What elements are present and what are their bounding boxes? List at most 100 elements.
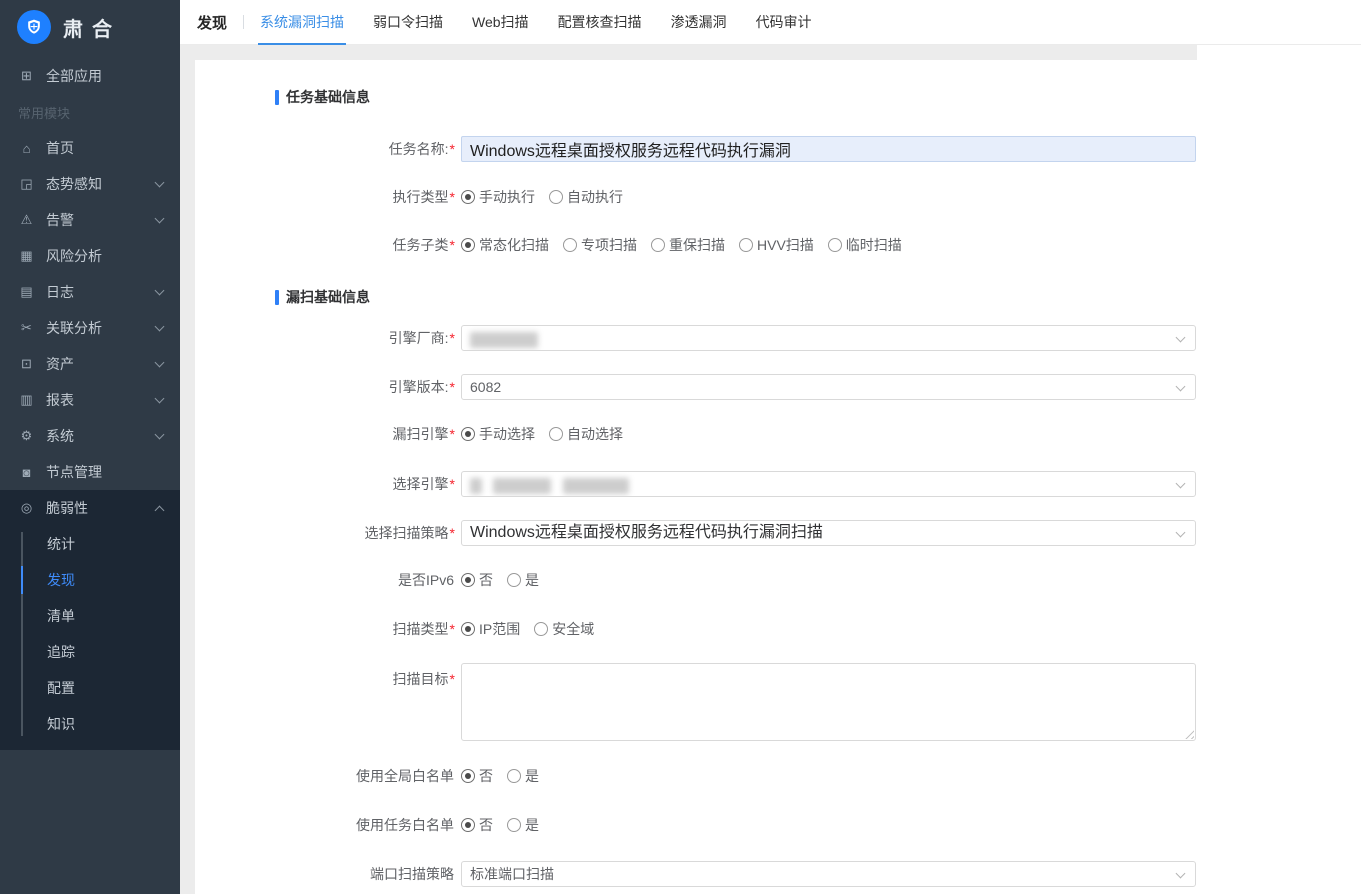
scan-policy-select[interactable]: Windows远程桌面授权服务远程代码执行漏洞扫描 xyxy=(461,520,1196,546)
sidebar-item-assets[interactable]: ⊡ 资产 xyxy=(0,346,180,382)
select-engine-select[interactable] xyxy=(461,471,1196,497)
radio-checked-icon xyxy=(461,818,475,832)
tab-penetration-vuln[interactable]: 渗透漏洞 xyxy=(671,0,727,45)
radio-option[interactable]: 自动执行 xyxy=(549,187,623,207)
radio-option[interactable]: 手动执行 xyxy=(461,187,535,207)
chevron-down-icon xyxy=(155,286,165,296)
chevron-down-icon xyxy=(155,358,165,368)
sidebar-subitem-discovery[interactable]: 发现 xyxy=(0,562,180,598)
correlation-icon: ✂ xyxy=(18,320,35,336)
chevron-down-icon xyxy=(1176,528,1186,538)
system-gear-icon: ⚙ xyxy=(18,428,35,444)
scan-target-textarea[interactable] xyxy=(461,663,1196,741)
scan-type-radio-group: IP范围 安全域 xyxy=(461,619,1196,639)
radio-unchecked-icon xyxy=(549,427,563,441)
field-label: 端口扫描策略 xyxy=(195,861,455,887)
exec-type-radio-group: 手动执行 自动执行 xyxy=(461,187,1196,207)
sidebar-item-system[interactable]: ⚙ 系统 xyxy=(0,418,180,454)
global-whitelist-radio-group: 否 是 xyxy=(461,766,1196,786)
chevron-up-icon xyxy=(155,506,165,516)
radio-option[interactable]: 是 xyxy=(507,815,539,835)
sidebar-item-label: 全部应用 xyxy=(46,66,102,86)
sidebar-item-label: 系统 xyxy=(46,426,74,446)
section-title: 漏扫基础信息 xyxy=(286,287,370,307)
radio-option[interactable]: 否 xyxy=(461,815,493,835)
redacted-value xyxy=(563,478,629,494)
sidebar-item-label: 报表 xyxy=(46,390,74,410)
tab-config-check-scan[interactable]: 配置核查扫描 xyxy=(558,0,642,45)
sidebar-subitem-configuration[interactable]: 配置 xyxy=(0,670,180,706)
section-header-task-basic-info: 任务基础信息 xyxy=(275,89,370,105)
sidebar-item-label: 告警 xyxy=(46,210,74,230)
radio-checked-icon xyxy=(461,769,475,783)
field-label: 选择引擎* xyxy=(195,471,455,497)
radio-option[interactable]: 临时扫描 xyxy=(828,235,902,255)
sidebar-item-vulnerability[interactable]: ◎ 脆弱性 xyxy=(0,490,180,526)
logo: 肃合 xyxy=(0,0,180,54)
sidebar-item-home[interactable]: ⌂ 首页 xyxy=(0,130,180,166)
radio-unchecked-icon xyxy=(651,238,665,252)
radio-option[interactable]: 自动选择 xyxy=(549,424,623,444)
engine-vendor-select[interactable] xyxy=(461,325,1196,351)
sidebar-subitem-statistics[interactable]: 统计 xyxy=(0,526,180,562)
tab-system-vuln-scan[interactable]: 系统漏洞扫描 xyxy=(260,0,344,45)
task-name-input[interactable] xyxy=(461,136,1196,162)
radio-checked-icon xyxy=(461,238,475,252)
tab-code-audit[interactable]: 代码审计 xyxy=(756,0,812,45)
field-label: 使用任务白名单 xyxy=(195,815,455,835)
sidebar-group-vulnerability: ◎ 脆弱性 统计 发现 清单 追踪 配置 知识 xyxy=(0,490,180,750)
tab-weak-password-scan[interactable]: 弱口令扫描 xyxy=(373,0,443,45)
sidebar-item-label: 资产 xyxy=(46,354,74,374)
select-value: 标准端口扫描 xyxy=(470,866,554,882)
radio-option[interactable]: 否 xyxy=(461,570,493,590)
field-label: 漏扫引擎* xyxy=(195,424,455,444)
radio-option[interactable]: 安全域 xyxy=(534,619,594,639)
form-card: 任务基础信息 任务名称:* 执行类型* 手动执行 自动执行 xyxy=(195,60,1197,894)
radio-unchecked-icon xyxy=(507,769,521,783)
radio-option[interactable]: 否 xyxy=(461,766,493,786)
engine-version-select[interactable]: 6082 xyxy=(461,374,1196,400)
sidebar-item-alerts[interactable]: ⚠ 告警 xyxy=(0,202,180,238)
sidebar-subitem-tracking[interactable]: 追踪 xyxy=(0,634,180,670)
radio-option[interactable]: 常态化扫描 xyxy=(461,235,549,255)
tab-web-scan[interactable]: Web扫描 xyxy=(472,0,529,45)
radio-checked-icon xyxy=(461,622,475,636)
sidebar-subitem-knowledge[interactable]: 知识 xyxy=(0,706,180,742)
port-scan-policy-select[interactable]: 标准端口扫描 xyxy=(461,861,1196,887)
chevron-down-icon xyxy=(1176,869,1186,879)
radio-option[interactable]: 专项扫描 xyxy=(563,235,637,255)
logo-text: 肃合 xyxy=(63,13,121,42)
asset-icon: ⊡ xyxy=(18,356,35,372)
sidebar-item-risk-analysis[interactable]: ▦ 风险分析 xyxy=(0,238,180,274)
sidebar-item-correlation-analysis[interactable]: ✂ 关联分析 xyxy=(0,310,180,346)
field-label: 执行类型* xyxy=(195,187,455,207)
radio-option[interactable]: 手动选择 xyxy=(461,424,535,444)
report-icon: ▥ xyxy=(18,392,35,408)
radio-option[interactable]: 重保扫描 xyxy=(651,235,725,255)
field-label: 引擎版本:* xyxy=(195,374,455,400)
divider xyxy=(243,15,244,29)
radio-option[interactable]: HVV扫描 xyxy=(739,235,814,255)
radio-unchecked-icon xyxy=(534,622,548,636)
task-subtype-radio-group: 常态化扫描 专项扫描 重保扫描 HVV扫描 临时扫描 xyxy=(461,235,1196,255)
select-value: Windows远程桌面授权服务远程代码执行漏洞扫描 xyxy=(470,524,823,541)
radio-option[interactable]: IP范围 xyxy=(461,619,520,639)
sidebar-subitem-inventory[interactable]: 清单 xyxy=(0,598,180,634)
sidebar-item-situation-awareness[interactable]: ◲ 态势感知 xyxy=(0,166,180,202)
radio-option[interactable]: 是 xyxy=(507,766,539,786)
radio-option[interactable]: 是 xyxy=(507,570,539,590)
field-label: 是否IPv6 xyxy=(195,570,455,590)
sidebar-item-all-apps[interactable]: ⊞ 全部应用 xyxy=(0,58,180,94)
sidebar-item-label: 日志 xyxy=(46,282,74,302)
sidebar-item-logs[interactable]: ▤ 日志 xyxy=(0,274,180,310)
sidebar-item-node-management[interactable]: ◙ 节点管理 xyxy=(0,454,180,490)
sidebar-item-reports[interactable]: ▥ 报表 xyxy=(0,382,180,418)
sidebar-nav: ⊞ 全部应用 常用模块 ⌂ 首页 ◲ 态势感知 ⚠ 告警 ▦ 风 xyxy=(0,54,180,750)
section-accent-bar xyxy=(275,90,279,105)
alert-icon: ⚠ xyxy=(18,212,35,228)
vulnerability-submenu: 统计 发现 清单 追踪 配置 知识 xyxy=(0,526,180,742)
sidebar: 肃合 ⊞ 全部应用 常用模块 ⌂ 首页 ◲ 态势感知 ⚠ 告警 xyxy=(0,0,180,894)
field-label: 选择扫描策略* xyxy=(195,520,455,546)
content-background: 任务基础信息 任务名称:* 执行类型* 手动执行 自动执行 xyxy=(180,45,1197,894)
radio-unchecked-icon xyxy=(549,190,563,204)
